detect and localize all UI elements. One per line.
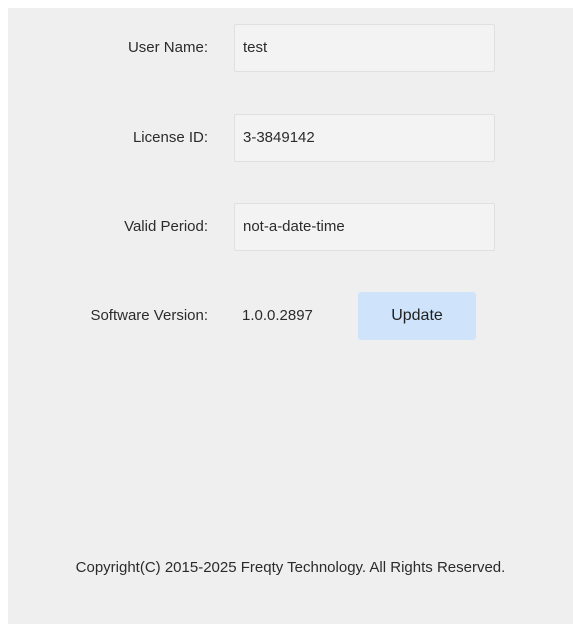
license-info-panel: User Name: test License ID: 3-3849142 Va… [8,8,573,624]
software-version-value: 1.0.0.2897 [242,307,313,324]
valid-period-label: Valid Period: [124,218,208,235]
valid-period-value: not-a-date-time [243,218,345,235]
license-id-label: License ID: [132,129,208,146]
user-name-value: test [243,39,268,56]
license-id-field[interactable]: 3-3849142 [234,114,495,162]
user-name-label: User Name: [127,39,208,56]
software-version-label: Software Version: [90,307,208,324]
license-id-row: License ID: 3-3849142 [8,114,573,162]
user-name-field[interactable]: test [234,24,495,72]
copyright-text: Copyright(C) 2015-2025 Freqty Technology… [75,559,506,576]
valid-period-row: Valid Period: not-a-date-time [8,203,573,251]
license-id-value: 3-3849142 [243,129,315,146]
user-name-row: User Name: test [8,24,573,72]
update-button[interactable]: Update [358,292,476,340]
software-version-row: Software Version: 1.0.0.2897 Update [8,292,573,340]
valid-period-field[interactable]: not-a-date-time [234,203,495,251]
